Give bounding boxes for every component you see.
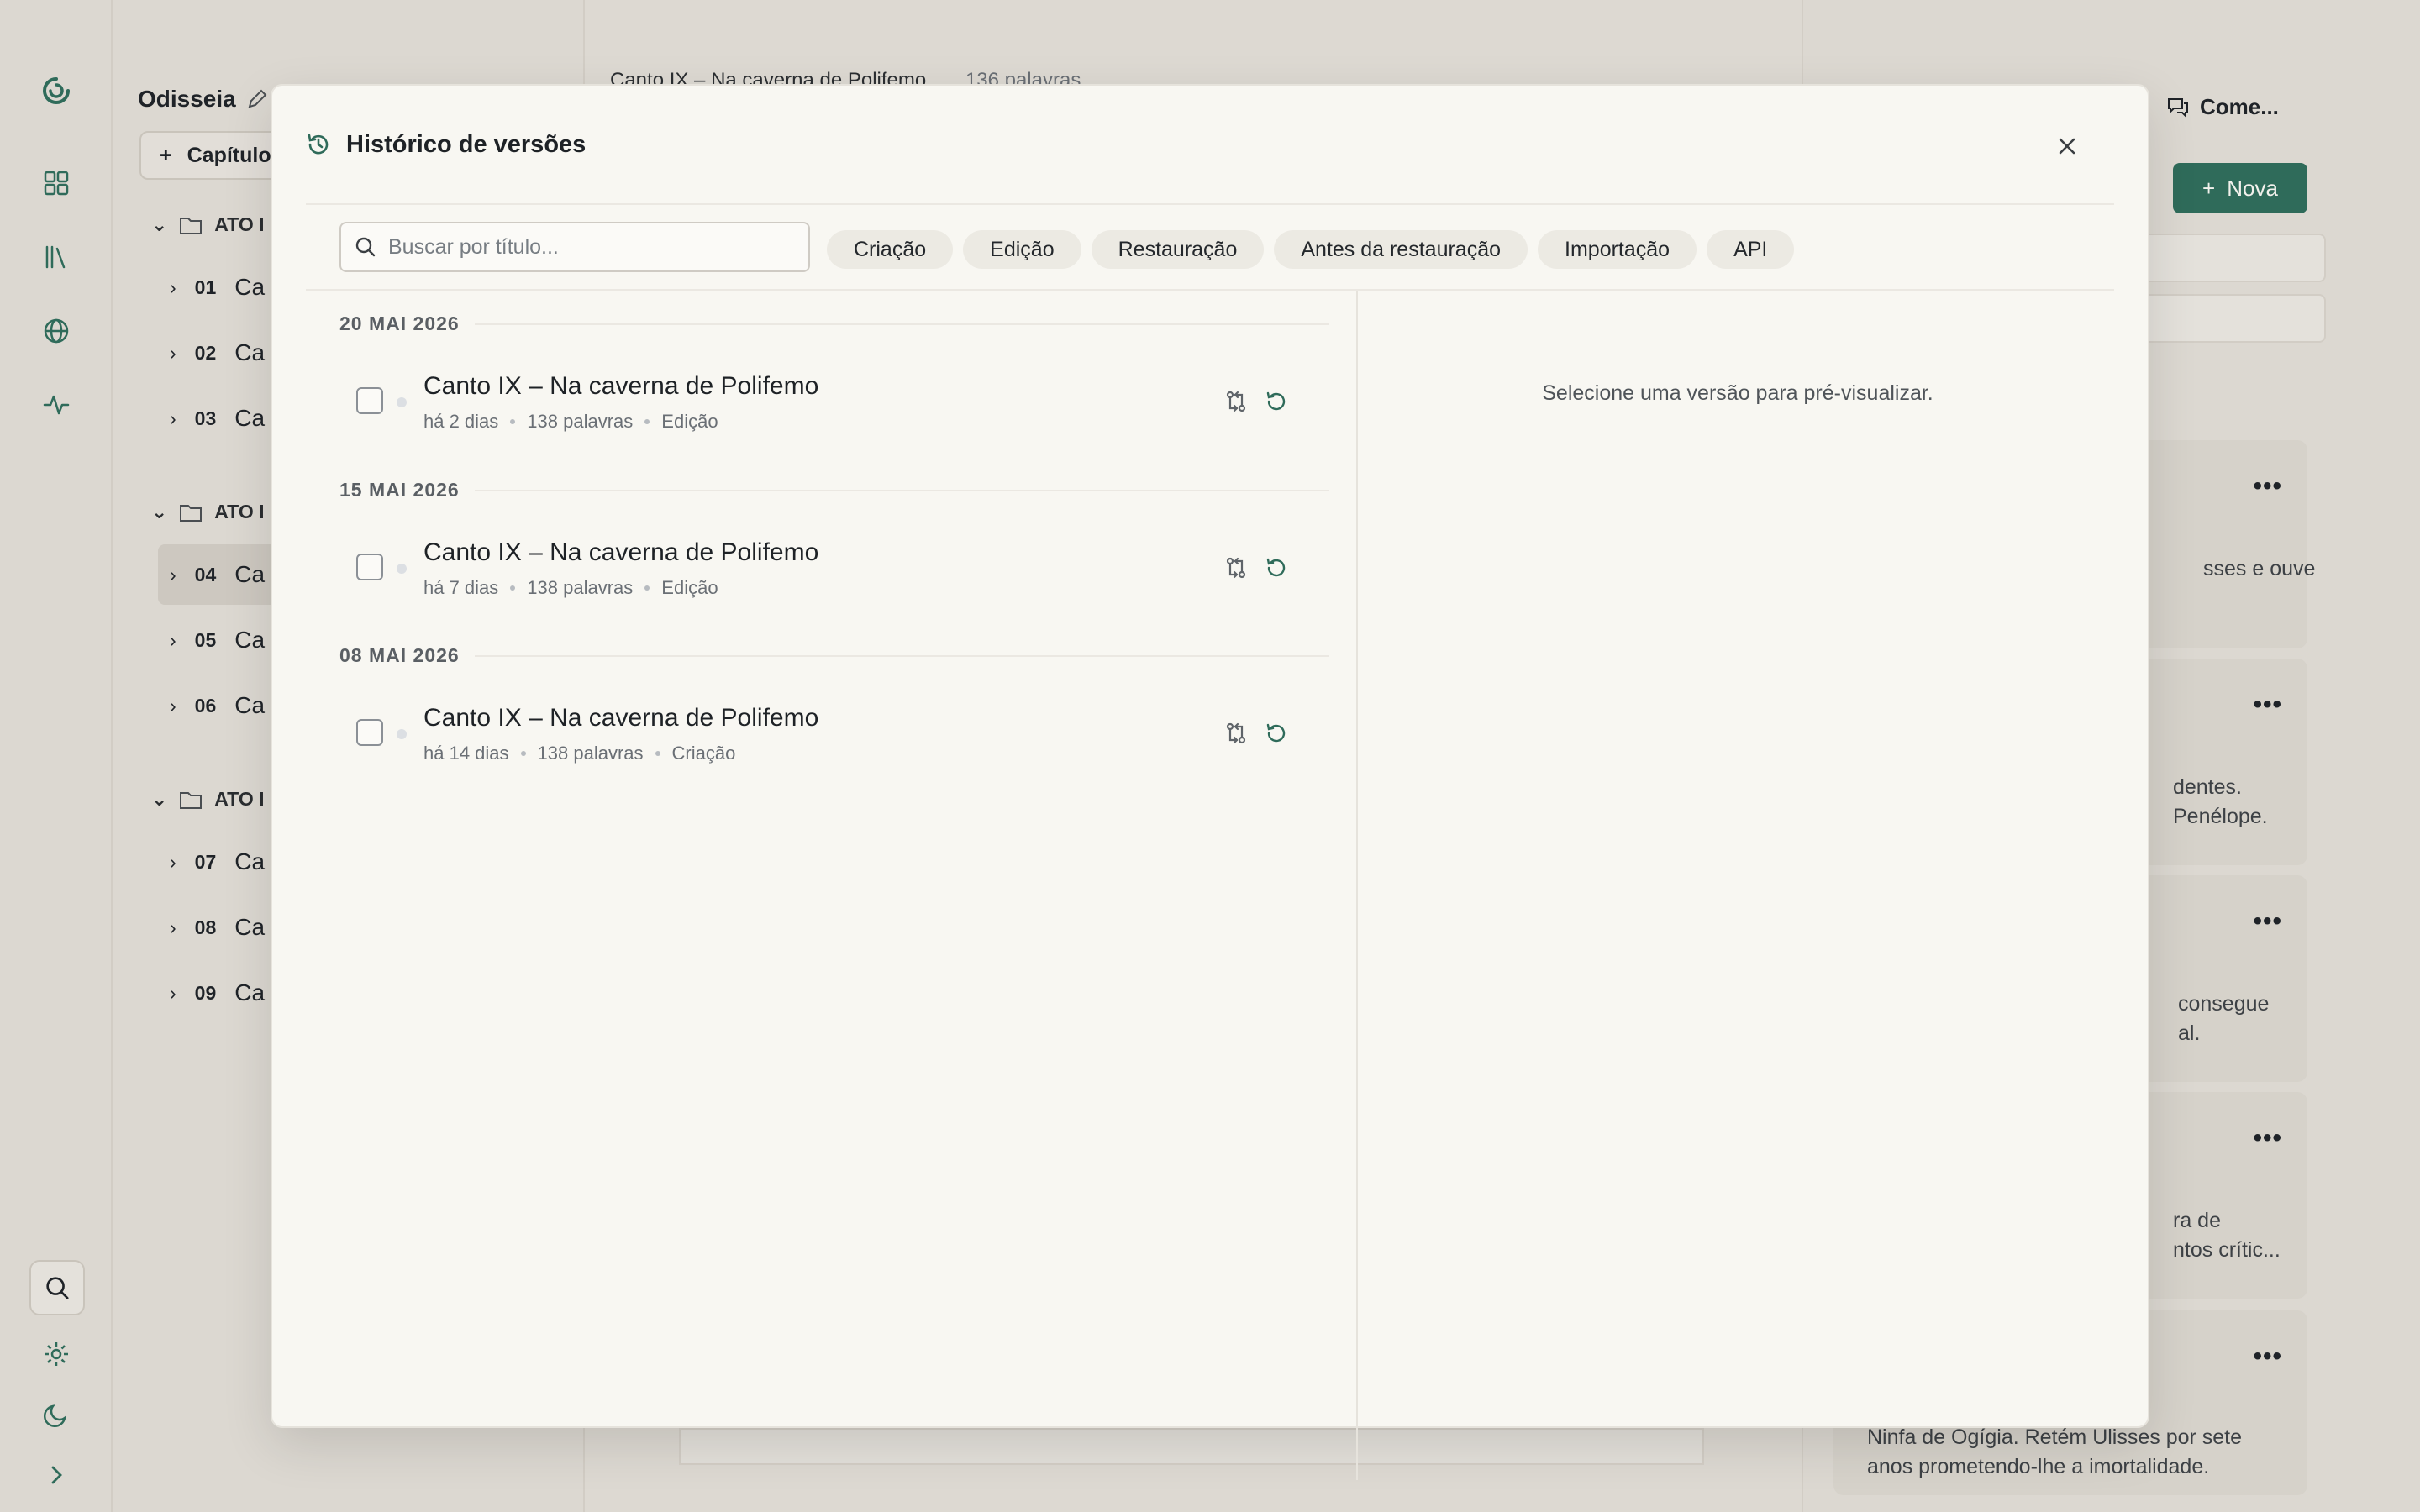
- chevron-right-icon: ›: [170, 407, 176, 429]
- compare-button[interactable]: [1222, 719, 1250, 748]
- version-title: Canto IX – Na caverna de Polifemo: [424, 372, 819, 400]
- version-meta: há 2 dias 138 palavras Edição: [424, 411, 718, 432]
- restore-button[interactable]: [1262, 719, 1291, 748]
- date-header: 20 MAI 2026: [339, 312, 1329, 335]
- modal-header: Histórico de versões: [306, 86, 2114, 205]
- filter-chip-edit[interactable]: Edição: [963, 230, 1081, 269]
- pencil-icon[interactable]: [245, 87, 269, 111]
- chevron-down-icon: ⌄: [151, 501, 168, 522]
- restore-button[interactable]: [1262, 554, 1291, 582]
- history-icon: [308, 134, 329, 155]
- more-options-icon[interactable]: •••: [2253, 690, 2282, 719]
- version-entry[interactable]: Canto IX – Na caverna de Polifemo há 7 d…: [339, 501, 1329, 602]
- app-logo-icon[interactable]: [38, 72, 75, 109]
- restore-icon: [1266, 391, 1286, 411]
- filter-chip-restoration[interactable]: Restauração: [1091, 230, 1265, 269]
- plus-icon: +: [160, 143, 172, 167]
- search-icon: [46, 1277, 69, 1299]
- activity-icon[interactable]: [38, 386, 75, 423]
- restore-icon: [1266, 723, 1286, 743]
- status-dot: [397, 397, 407, 407]
- modal-title: Histórico de versões: [346, 130, 587, 158]
- folder-icon: [180, 217, 203, 234]
- more-options-icon[interactable]: •••: [2253, 1124, 2282, 1152]
- act-folder[interactable]: ⌄ ATO I: [151, 213, 265, 236]
- dashboard-icon[interactable]: [38, 165, 75, 202]
- icon-rail: [0, 0, 113, 1512]
- library-icon[interactable]: [38, 239, 75, 276]
- version-entry[interactable]: Canto IX – Na caverna de Polifemo há 2 d…: [339, 335, 1329, 436]
- folder-icon: [180, 791, 203, 809]
- restore-icon: [1266, 558, 1286, 577]
- search-icon: [355, 237, 376, 257]
- version-history-modal: Histórico de versões Criação Edição Rest…: [271, 84, 2149, 1480]
- theme-moon-icon[interactable]: [38, 1396, 75, 1433]
- comments-icon: [2168, 97, 2188, 118]
- chevron-right-icon: ›: [170, 981, 176, 1004]
- version-checkbox[interactable]: [356, 387, 383, 414]
- global-search-button[interactable]: [29, 1260, 85, 1315]
- date-group: 08 MAI 2026 Canto IX – Na caverna de Pol…: [339, 644, 1329, 768]
- act-folder[interactable]: ⌄ ATO I: [151, 788, 265, 811]
- version-title: Canto IX – Na caverna de Polifemo: [424, 538, 819, 566]
- search-input[interactable]: [388, 234, 792, 260]
- close-icon: [2059, 138, 2075, 155]
- restore-button[interactable]: [1262, 387, 1291, 416]
- chevron-right-icon: ›: [170, 916, 176, 938]
- chevron-right-icon: ›: [170, 850, 176, 873]
- compare-button[interactable]: [1222, 554, 1250, 582]
- settings-gear-icon[interactable]: [38, 1336, 75, 1373]
- version-title: Canto IX – Na caverna de Polifemo: [424, 704, 819, 732]
- version-meta: há 14 dias 138 palavras Criação: [424, 743, 736, 764]
- compare-icon: [1226, 722, 1246, 744]
- filter-chip-import[interactable]: Importação: [1538, 230, 1697, 269]
- folder-icon: [180, 504, 203, 522]
- chevron-right-icon: ›: [170, 563, 176, 585]
- version-list: 20 MAI 2026 Canto IX – Na caverna de Pol…: [339, 291, 1348, 1480]
- version-search-field[interactable]: [339, 222, 810, 272]
- pane-divider: [1356, 291, 1358, 1480]
- date-header: 15 MAI 2026: [339, 479, 1329, 501]
- compare-icon: [1226, 391, 1246, 412]
- version-checkbox[interactable]: [356, 554, 383, 580]
- new-note-button[interactable]: + Nova: [2173, 163, 2307, 213]
- date-header: 08 MAI 2026: [339, 644, 1329, 667]
- globe-icon[interactable]: [38, 312, 75, 349]
- filter-chip-creation[interactable]: Criação: [827, 230, 954, 269]
- more-options-icon[interactable]: •••: [2253, 1342, 2282, 1371]
- project-title: Odisseia: [138, 86, 236, 112]
- filter-chip-api[interactable]: API: [1707, 230, 1795, 269]
- act-folder[interactable]: ⌄ ATO I: [151, 501, 265, 523]
- compare-icon: [1226, 557, 1246, 579]
- expand-chevron-icon[interactable]: [38, 1457, 75, 1494]
- date-group: 20 MAI 2026 Canto IX – Na caverna de Pol…: [339, 312, 1329, 436]
- tab-comments[interactable]: Come...: [2166, 94, 2279, 120]
- version-meta: há 7 dias 138 palavras Edição: [424, 577, 718, 598]
- more-options-icon[interactable]: •••: [2253, 472, 2282, 501]
- chevron-down-icon: ⌄: [151, 213, 168, 235]
- version-checkbox[interactable]: [356, 719, 383, 746]
- more-options-icon[interactable]: •••: [2253, 907, 2282, 936]
- chevron-right-icon: ›: [170, 341, 176, 364]
- chevron-right-icon: ›: [170, 276, 176, 298]
- right-edge-rail: [2339, 0, 2420, 1512]
- status-dot: [397, 729, 407, 739]
- compare-button[interactable]: [1222, 387, 1250, 416]
- close-button[interactable]: [2050, 129, 2084, 163]
- version-entry[interactable]: Canto IX – Na caverna de Polifemo há 14 …: [339, 667, 1329, 768]
- preview-empty-message: Selecione uma versão para pré-visualizar…: [1542, 381, 1933, 405]
- status-dot: [397, 564, 407, 574]
- filter-chips: Criação Edição Restauração Antes da rest…: [827, 230, 1795, 269]
- plus-icon: +: [2202, 175, 2216, 201]
- chevron-right-icon: ›: [170, 628, 176, 651]
- chevron-down-icon: ⌄: [151, 788, 168, 810]
- date-group: 15 MAI 2026 Canto IX – Na caverna de Pol…: [339, 479, 1329, 602]
- filter-chip-before-restoration[interactable]: Antes da restauração: [1274, 230, 1528, 269]
- chevron-right-icon: ›: [170, 694, 176, 717]
